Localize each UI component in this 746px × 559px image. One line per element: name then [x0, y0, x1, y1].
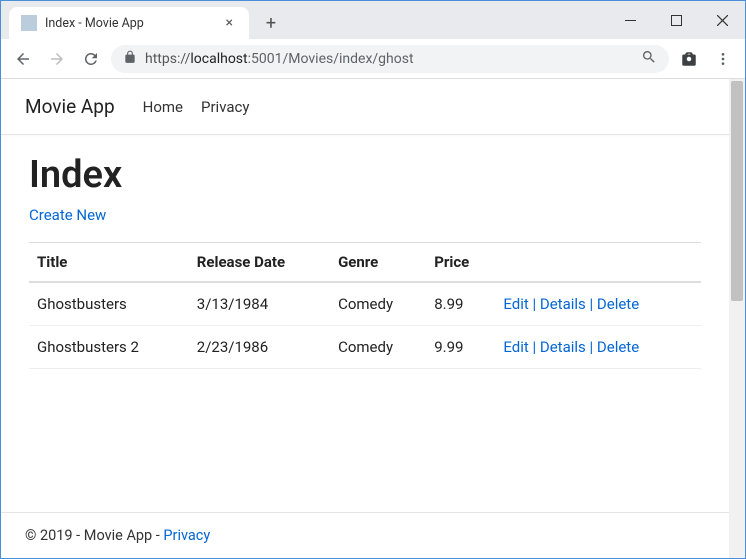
footer-privacy-link[interactable]: Privacy — [163, 527, 210, 544]
cell-release: 2/23/1986 — [189, 326, 330, 369]
menu-button[interactable] — [709, 45, 737, 73]
url-scheme: https:// — [145, 51, 190, 67]
cell-genre: Comedy — [330, 282, 426, 326]
forward-button[interactable] — [43, 45, 71, 73]
viewport: Movie App Home Privacy Index Create New … — [1, 79, 745, 558]
create-new-link[interactable]: Create New — [29, 206, 106, 224]
separator: | — [586, 295, 597, 313]
reload-button[interactable] — [77, 45, 105, 73]
url-host: localhost — [190, 51, 247, 67]
account-icon[interactable] — [675, 45, 703, 73]
separator: | — [529, 295, 540, 313]
browser-toolbar: https://localhost:5001/Movies/index/ghos… — [1, 39, 745, 79]
cell-price: 8.99 — [426, 282, 495, 326]
nav-home[interactable]: Home — [143, 98, 183, 116]
close-window-button[interactable] — [699, 1, 745, 39]
details-link[interactable]: Details — [540, 338, 586, 356]
browser-titlebar: Index - Movie App × + — [1, 1, 745, 39]
maximize-button[interactable] — [653, 1, 699, 39]
address-bar[interactable]: https://localhost:5001/Movies/index/ghos… — [111, 45, 669, 73]
table-row: Ghostbusters 2 2/23/1986 Comedy 9.99 Edi… — [29, 326, 701, 369]
url-path: /Movies/index/ghost — [283, 51, 414, 67]
cell-price: 9.99 — [426, 326, 495, 369]
page-body: Movie App Home Privacy Index Create New … — [1, 79, 729, 558]
page-title: Index — [29, 153, 701, 197]
main-content: Index Create New Title Release Date Genr… — [1, 135, 729, 512]
col-title: Title — [29, 243, 189, 283]
col-genre: Genre — [330, 243, 426, 283]
cell-genre: Comedy — [330, 326, 426, 369]
table-header-row: Title Release Date Genre Price — [29, 243, 701, 283]
cell-actions: Edit | Details | Delete — [495, 326, 701, 369]
delete-link[interactable]: Delete — [597, 295, 639, 313]
browser-tab[interactable]: Index - Movie App × — [9, 7, 249, 39]
window-controls — [607, 1, 745, 39]
footer: © 2019 - Movie App - Privacy — [1, 512, 729, 558]
delete-link[interactable]: Delete — [597, 338, 639, 356]
cell-title: Ghostbusters 2 — [29, 326, 189, 369]
tab-title: Index - Movie App — [45, 16, 214, 31]
lock-icon — [123, 50, 137, 68]
edit-link[interactable]: Edit — [503, 338, 528, 356]
separator: | — [586, 338, 597, 356]
col-price: Price — [426, 243, 495, 283]
cell-actions: Edit | Details | Delete — [495, 282, 701, 326]
table-row: Ghostbusters 3/13/1984 Comedy 8.99 Edit … — [29, 282, 701, 326]
edit-link[interactable]: Edit — [503, 295, 528, 313]
footer-text: © 2019 - Movie App - — [25, 527, 163, 544]
cell-release: 3/13/1984 — [189, 282, 330, 326]
search-icon[interactable] — [641, 49, 657, 69]
new-tab-button[interactable]: + — [257, 9, 285, 37]
favicon-icon — [21, 15, 37, 31]
scrollbar-thumb[interactable] — [731, 81, 743, 301]
minimize-button[interactable] — [607, 1, 653, 39]
separator: | — [529, 338, 540, 356]
url-text: https://localhost:5001/Movies/index/ghos… — [145, 51, 633, 67]
scrollbar[interactable] — [729, 79, 745, 558]
site-navbar: Movie App Home Privacy — [1, 79, 729, 135]
nav-privacy[interactable]: Privacy — [201, 98, 249, 116]
url-port: :5001 — [248, 51, 283, 67]
col-release: Release Date — [189, 243, 330, 283]
details-link[interactable]: Details — [540, 295, 586, 313]
back-button[interactable] — [9, 45, 37, 73]
brand-link[interactable]: Movie App — [25, 95, 115, 118]
movies-table: Title Release Date Genre Price Ghostbust… — [29, 242, 701, 369]
cell-title: Ghostbusters — [29, 282, 189, 326]
close-tab-icon[interactable]: × — [222, 15, 237, 31]
col-actions — [495, 243, 701, 283]
